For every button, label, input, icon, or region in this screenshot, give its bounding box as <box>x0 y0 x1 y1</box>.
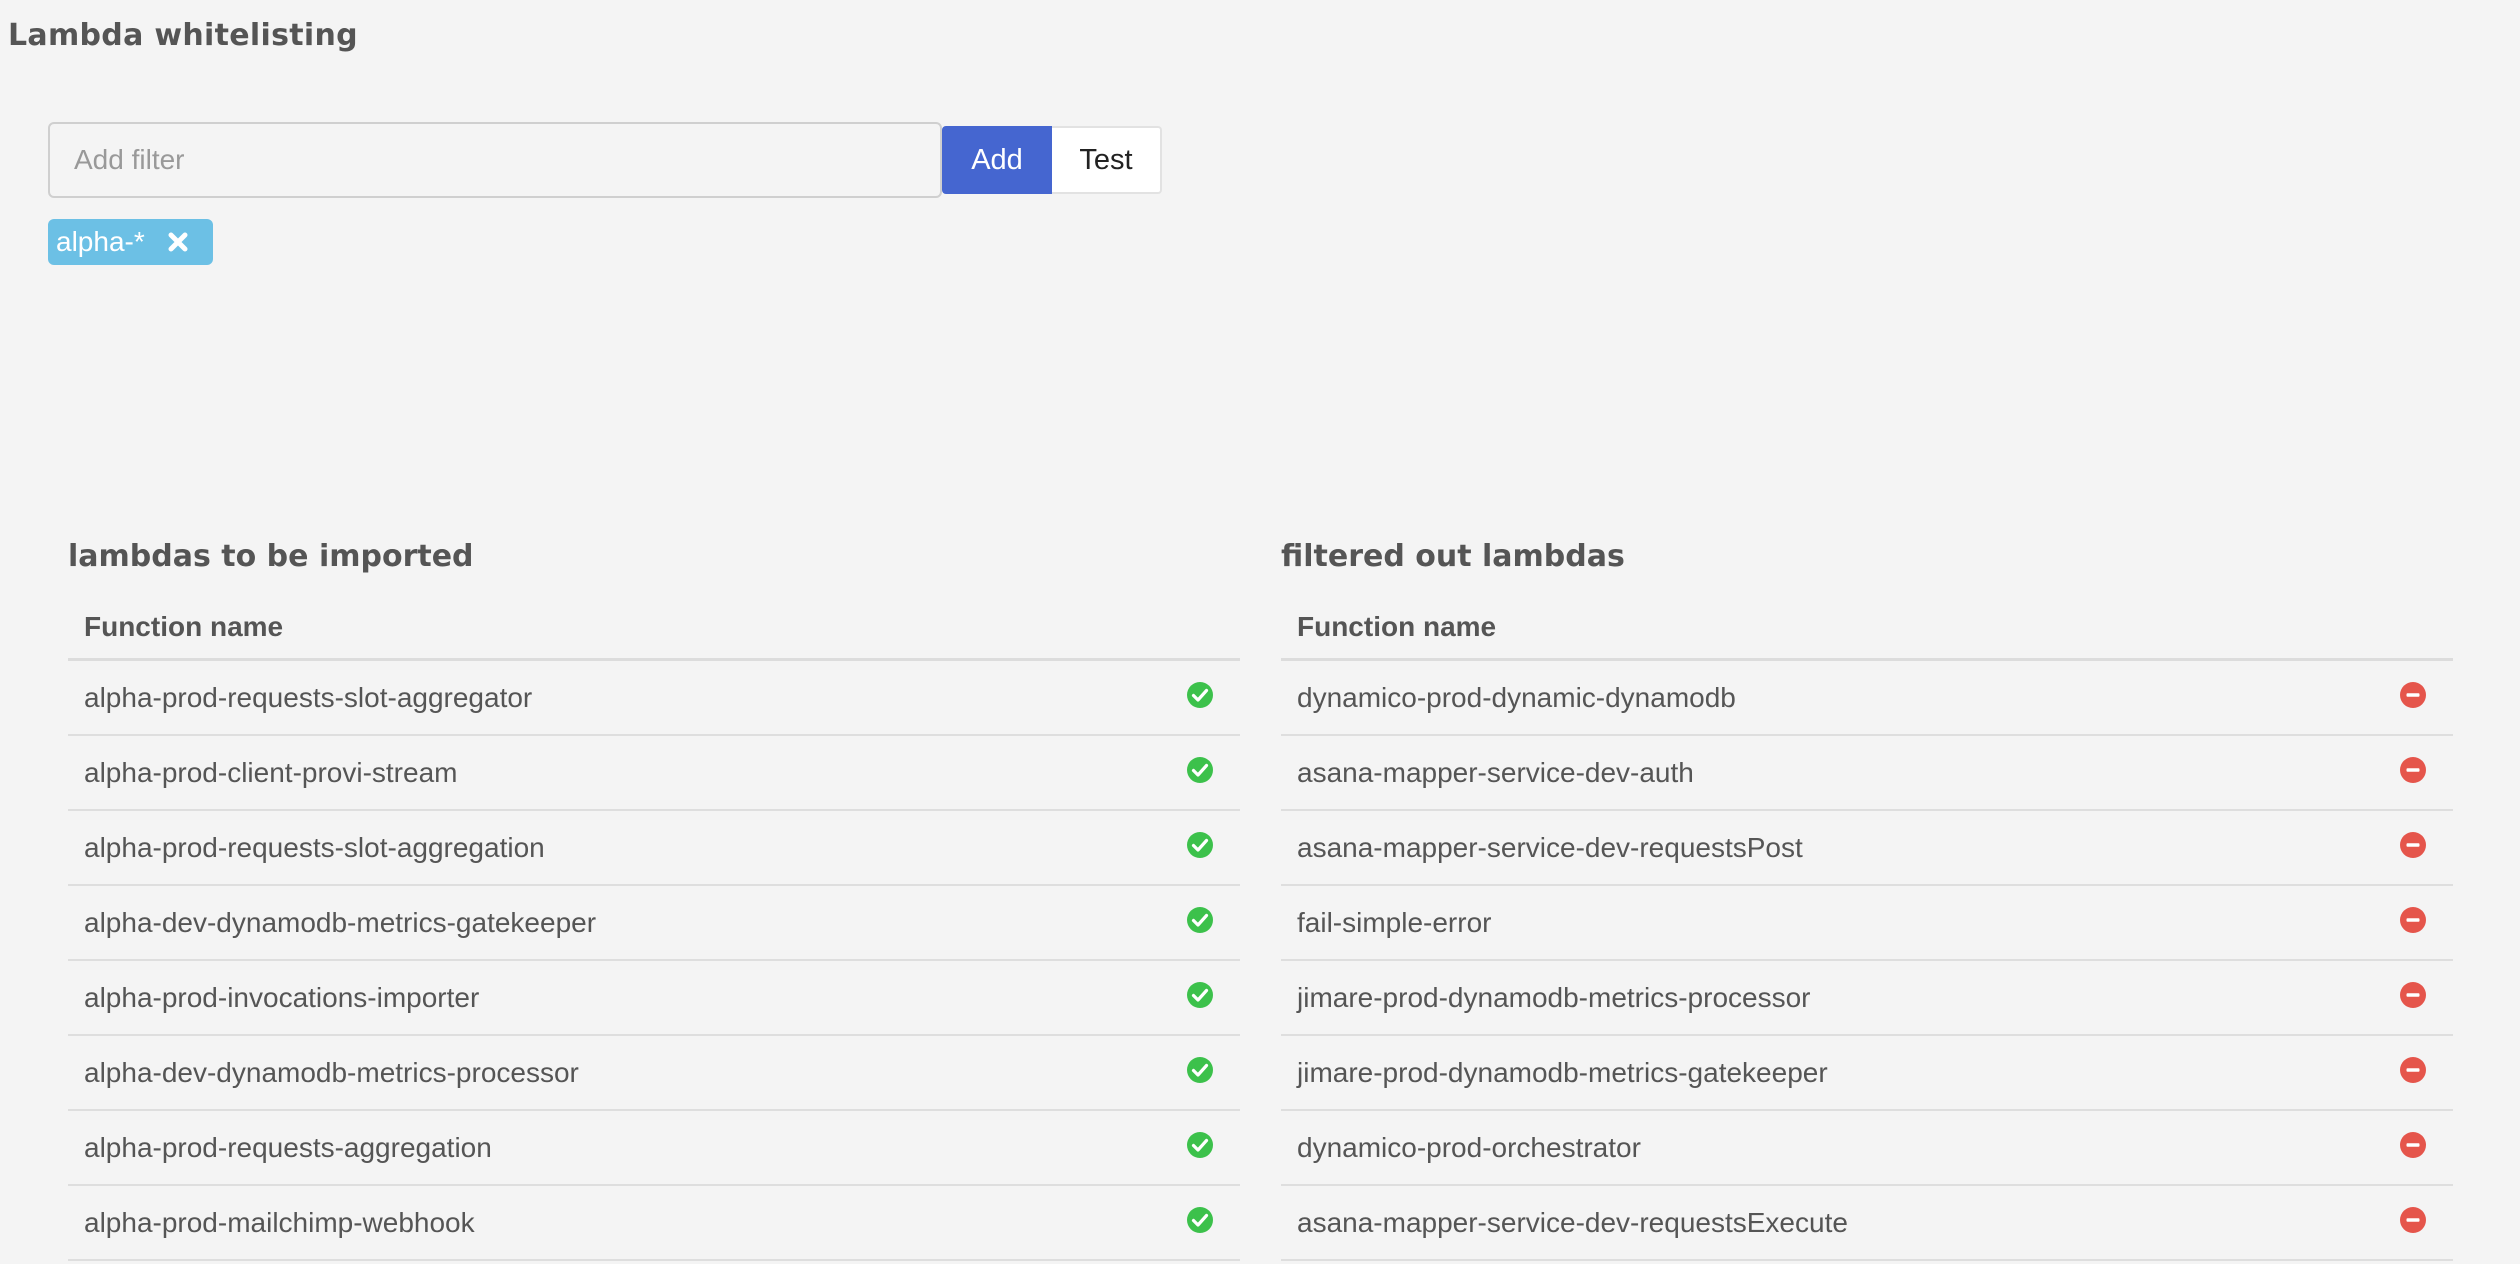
function-name-cell: asana-mapper-service-dev-auth <box>1281 735 2373 811</box>
table-row: asana-mapper-service-dev-requestsPost <box>1281 810 2453 886</box>
status-cell <box>2373 659 2453 736</box>
function-name-cell: alpha-dev-dynamodb-metrics-gatekeeper <box>68 885 1160 961</box>
check-circle-icon <box>1186 906 1214 934</box>
table-row: alpha-prod-client-provi-stream <box>68 735 1240 811</box>
function-name-cell: jimare-prod-dynamodb-metrics-gatekeeper <box>1281 1035 2373 1111</box>
check-circle-icon <box>1186 681 1214 709</box>
status-cell <box>1160 1185 1240 1261</box>
status-cell <box>2373 885 2453 961</box>
function-name-cell: alpha-dev-dynamodb-metrics-processor <box>68 1035 1160 1111</box>
check-circle-icon <box>1186 831 1214 859</box>
function-name-cell: fail-simple-error <box>1281 885 2373 961</box>
status-cell <box>1160 810 1240 886</box>
table-row: alpha-dev-dynamodb-metrics-gatekeeper <box>68 885 1240 961</box>
minus-circle-icon <box>2399 1131 2427 1159</box>
filter-tag: alpha-* <box>48 219 213 265</box>
imported-lambdas-table: Function name alpha-prod-requests-slot-a… <box>68 596 1240 1261</box>
filter-tag-label: alpha-* <box>56 226 145 257</box>
check-circle-icon <box>1186 1056 1214 1084</box>
table-row: alpha-prod-mailchimp-webhook <box>68 1185 1240 1261</box>
function-name-cell: asana-mapper-service-dev-requestsPost <box>1281 810 2373 886</box>
table-row: alpha-prod-requests-slot-aggregation <box>68 810 1240 886</box>
status-cell <box>1160 885 1240 961</box>
function-name-cell: asana-mapper-service-dev-requestsExecute <box>1281 1185 2373 1261</box>
column-header-function-name: Function name <box>68 596 1160 661</box>
imported-lambdas-body: alpha-prod-requests-slot-aggregator alpha… <box>68 659 1240 1261</box>
column-header-status <box>1160 596 1240 661</box>
minus-circle-icon <box>2399 981 2427 1009</box>
function-name-cell: alpha-prod-invocations-importer <box>68 960 1160 1036</box>
function-name-cell: alpha-prod-requests-slot-aggregation <box>68 810 1160 886</box>
table-row: dynamico-prod-orchestrator <box>1281 1110 2453 1186</box>
page-title: Lambda whitelisting <box>8 18 358 53</box>
status-cell <box>2373 1035 2453 1111</box>
filter-bar: Add Test <box>48 122 1162 198</box>
table-header-row: Function name <box>68 596 1240 661</box>
imported-lambdas-panel: lambdas to be imported Function name alp… <box>68 536 1240 1261</box>
filtered-lambdas-title: filtered out lambdas <box>1281 539 1625 574</box>
minus-circle-icon <box>2399 906 2427 934</box>
status-cell <box>1160 1035 1240 1111</box>
status-cell <box>1160 1110 1240 1186</box>
minus-circle-icon <box>2399 756 2427 784</box>
test-button[interactable]: Test <box>1052 126 1162 194</box>
lambda-whitelisting-page: Lambda whitelisting Add Test alpha-* lam… <box>0 0 2520 1264</box>
check-circle-icon <box>1186 1131 1214 1159</box>
filtered-lambdas-panel: filtered out lambdas Function name dynam… <box>1281 536 2453 1261</box>
status-cell <box>2373 1110 2453 1186</box>
minus-circle-icon <box>2399 1206 2427 1234</box>
function-name-cell: alpha-prod-requests-aggregation <box>68 1110 1160 1186</box>
minus-circle-icon <box>2399 831 2427 859</box>
function-name-cell: jimare-prod-dynamodb-metrics-processor <box>1281 960 2373 1036</box>
function-name-cell: alpha-prod-requests-slot-aggregator <box>68 659 1160 736</box>
table-row: jimare-prod-dynamodb-metrics-processor <box>1281 960 2453 1036</box>
status-cell <box>1160 960 1240 1036</box>
status-cell <box>1160 735 1240 811</box>
table-row: alpha-dev-dynamodb-metrics-processor <box>68 1035 1240 1111</box>
close-icon[interactable] <box>165 229 191 255</box>
status-cell <box>1160 659 1240 736</box>
column-header-status <box>2373 596 2453 661</box>
table-row: asana-mapper-service-dev-requestsExecute <box>1281 1185 2453 1261</box>
add-button[interactable]: Add <box>942 126 1052 194</box>
check-circle-icon <box>1186 756 1214 784</box>
table-row: asana-mapper-service-dev-auth <box>1281 735 2453 811</box>
table-row: alpha-prod-requests-aggregation <box>68 1110 1240 1186</box>
minus-circle-icon <box>2399 1056 2427 1084</box>
column-header-function-name: Function name <box>1281 596 2373 661</box>
table-row: alpha-prod-invocations-importer <box>68 960 1240 1036</box>
table-row: dynamico-prod-dynamic-dynamodb <box>1281 659 2453 736</box>
function-name-cell: alpha-prod-mailchimp-webhook <box>68 1185 1160 1261</box>
status-cell <box>2373 735 2453 811</box>
imported-lambdas-title: lambdas to be imported <box>68 539 474 574</box>
table-row: jimare-prod-dynamodb-metrics-gatekeeper <box>1281 1035 2453 1111</box>
table-row: fail-simple-error <box>1281 885 2453 961</box>
check-circle-icon <box>1186 1206 1214 1234</box>
status-cell <box>2373 960 2453 1036</box>
minus-circle-icon <box>2399 681 2427 709</box>
table-row: alpha-prod-requests-slot-aggregator <box>68 659 1240 736</box>
filter-input[interactable] <box>48 122 942 198</box>
check-circle-icon <box>1186 981 1214 1009</box>
status-cell <box>2373 1185 2453 1261</box>
function-name-cell: alpha-prod-client-provi-stream <box>68 735 1160 811</box>
function-name-cell: dynamico-prod-dynamic-dynamodb <box>1281 659 2373 736</box>
status-cell <box>2373 810 2453 886</box>
table-header-row: Function name <box>1281 596 2453 661</box>
filtered-lambdas-body: dynamico-prod-dynamic-dynamodb asana-mapp… <box>1281 659 2453 1261</box>
function-name-cell: dynamico-prod-orchestrator <box>1281 1110 2373 1186</box>
filtered-lambdas-table: Function name dynamico-prod-dynamic-dyna… <box>1281 596 2453 1261</box>
